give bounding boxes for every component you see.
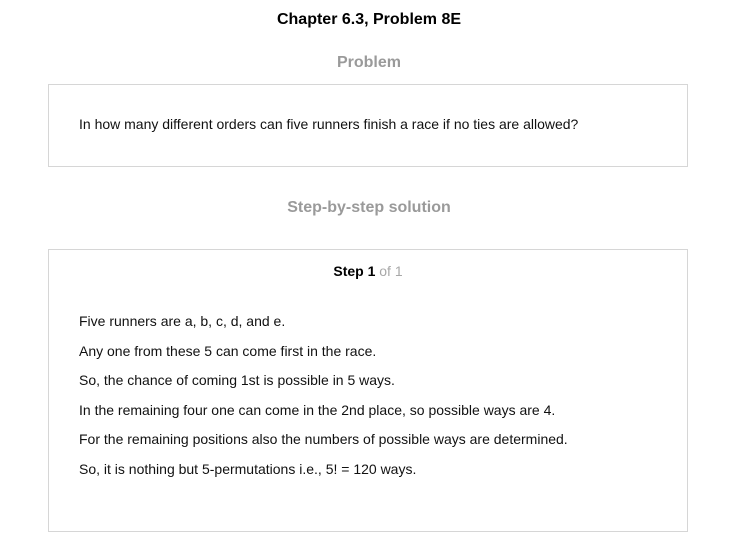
problem-box: In how many different orders can five ru… <box>48 84 688 167</box>
solution-line: So, it is nothing but 5-permutations i.e… <box>79 460 417 477</box>
step-header: Step 1 of 1 <box>49 263 687 279</box>
solution-box: Step 1 of 1 Five runners are a, b, c, d,… <box>48 249 688 532</box>
solution-line: So, the chance of coming 1st is possible… <box>79 372 395 388</box>
solution-line: For the remaining positions also the num… <box>79 431 568 447</box>
problem-heading: Problem <box>336 54 401 71</box>
solution-lines: Five runners are a, b, c, d, and e. Any … <box>79 313 568 490</box>
step-label: Step 1 <box>333 263 376 279</box>
solution-line: In the remaining four one can come in th… <box>79 401 556 418</box>
chapter-title: Chapter 6.3, Problem 8E <box>276 11 462 28</box>
problem-text: In how many different orders can five ru… <box>79 116 579 132</box>
solution-line: Any one from these 5 can come first in t… <box>79 342 377 359</box>
solution-line: Five runners are a, b, c, d, and e. <box>79 313 286 329</box>
solution-heading: Step-by-step solution <box>287 199 451 216</box>
step-count: of 1 <box>379 263 403 279</box>
